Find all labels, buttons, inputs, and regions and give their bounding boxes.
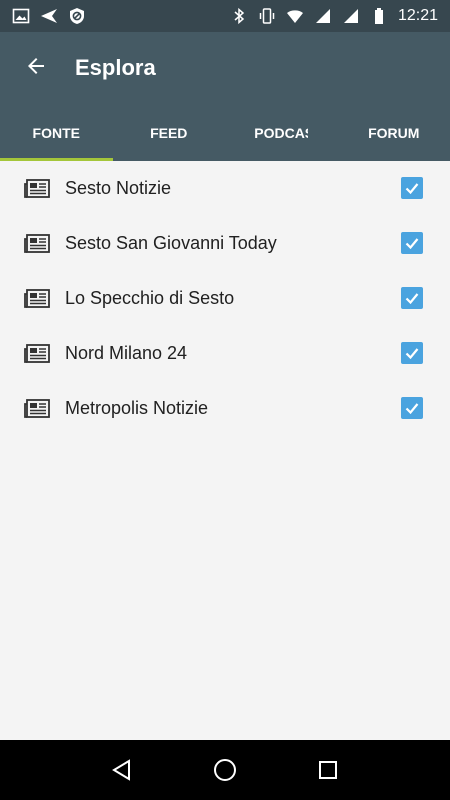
send-icon (40, 7, 58, 25)
app-bar: Esplora (0, 32, 450, 104)
circle-home-icon (213, 759, 236, 781)
source-label: Nord Milano 24 (65, 343, 188, 363)
newspaper-icon (24, 343, 50, 364)
nav-back-button[interactable] (102, 750, 142, 790)
tab-podcast[interactable]: PODCAST (225, 104, 338, 161)
list-item[interactable]: Lo Specchio di Sesto (0, 271, 450, 326)
signal-icon (342, 7, 360, 25)
check-icon (405, 183, 419, 195)
status-bar: 12:21 (0, 0, 450, 32)
check-icon (405, 403, 419, 415)
check-icon (405, 293, 419, 305)
source-label: Metropolis Notizie (65, 398, 209, 418)
source-label: Sesto Notizie (65, 178, 172, 198)
source-label: Lo Specchio di Sesto (65, 288, 235, 308)
nav-home-button[interactable] (205, 750, 245, 790)
tab-label: PODCAST (254, 124, 308, 141)
newspaper-icon (24, 178, 50, 199)
tab-label: FEED (150, 124, 188, 141)
list-item[interactable]: Sesto San Giovanni Today (0, 216, 450, 271)
tab-bar: FONTE FEED PODCAST FORUM (0, 104, 450, 161)
source-checkbox[interactable] (401, 177, 423, 199)
triangle-back-icon (111, 759, 130, 781)
source-checkbox[interactable] (401, 287, 423, 309)
nav-recents-button[interactable] (308, 750, 348, 790)
wifi-icon (286, 7, 304, 25)
list-item[interactable]: Metropolis Notizie (0, 381, 450, 436)
source-checkbox[interactable] (401, 397, 423, 419)
source-checkbox[interactable] (401, 342, 423, 364)
tab-fonte[interactable]: FONTE (0, 104, 113, 161)
status-right: 12:21 (230, 7, 438, 25)
status-left (12, 7, 86, 25)
newspaper-icon (24, 398, 50, 419)
back-button[interactable] (12, 44, 60, 92)
check-icon (405, 238, 419, 250)
source-list: Sesto Notizie Sesto San Giovanni Today L… (0, 161, 450, 436)
source-label: Sesto San Giovanni Today (65, 233, 277, 253)
square-recents-icon (319, 761, 338, 779)
list-item[interactable]: Nord Milano 24 (0, 326, 450, 381)
bluetooth-icon (230, 7, 248, 25)
battery-icon (370, 7, 388, 25)
tab-feed[interactable]: FEED (113, 104, 226, 161)
blocked-icon (68, 7, 86, 25)
newspaper-icon (24, 233, 50, 254)
tab-forum[interactable]: FORUM (338, 104, 450, 161)
image-icon (12, 7, 30, 25)
check-icon (405, 348, 419, 360)
newspaper-icon (24, 288, 50, 309)
arrow-back-icon (24, 54, 48, 83)
signal-icon (314, 7, 332, 25)
tab-label: FORUM (368, 124, 420, 141)
vibrate-icon (258, 7, 276, 25)
page-title: Esplora (75, 55, 156, 80)
navigation-bar (0, 740, 450, 800)
status-time: 12:21 (397, 7, 438, 24)
tab-label: FONTE (32, 124, 80, 141)
list-item[interactable]: Sesto Notizie (0, 161, 450, 216)
source-checkbox[interactable] (401, 232, 423, 254)
